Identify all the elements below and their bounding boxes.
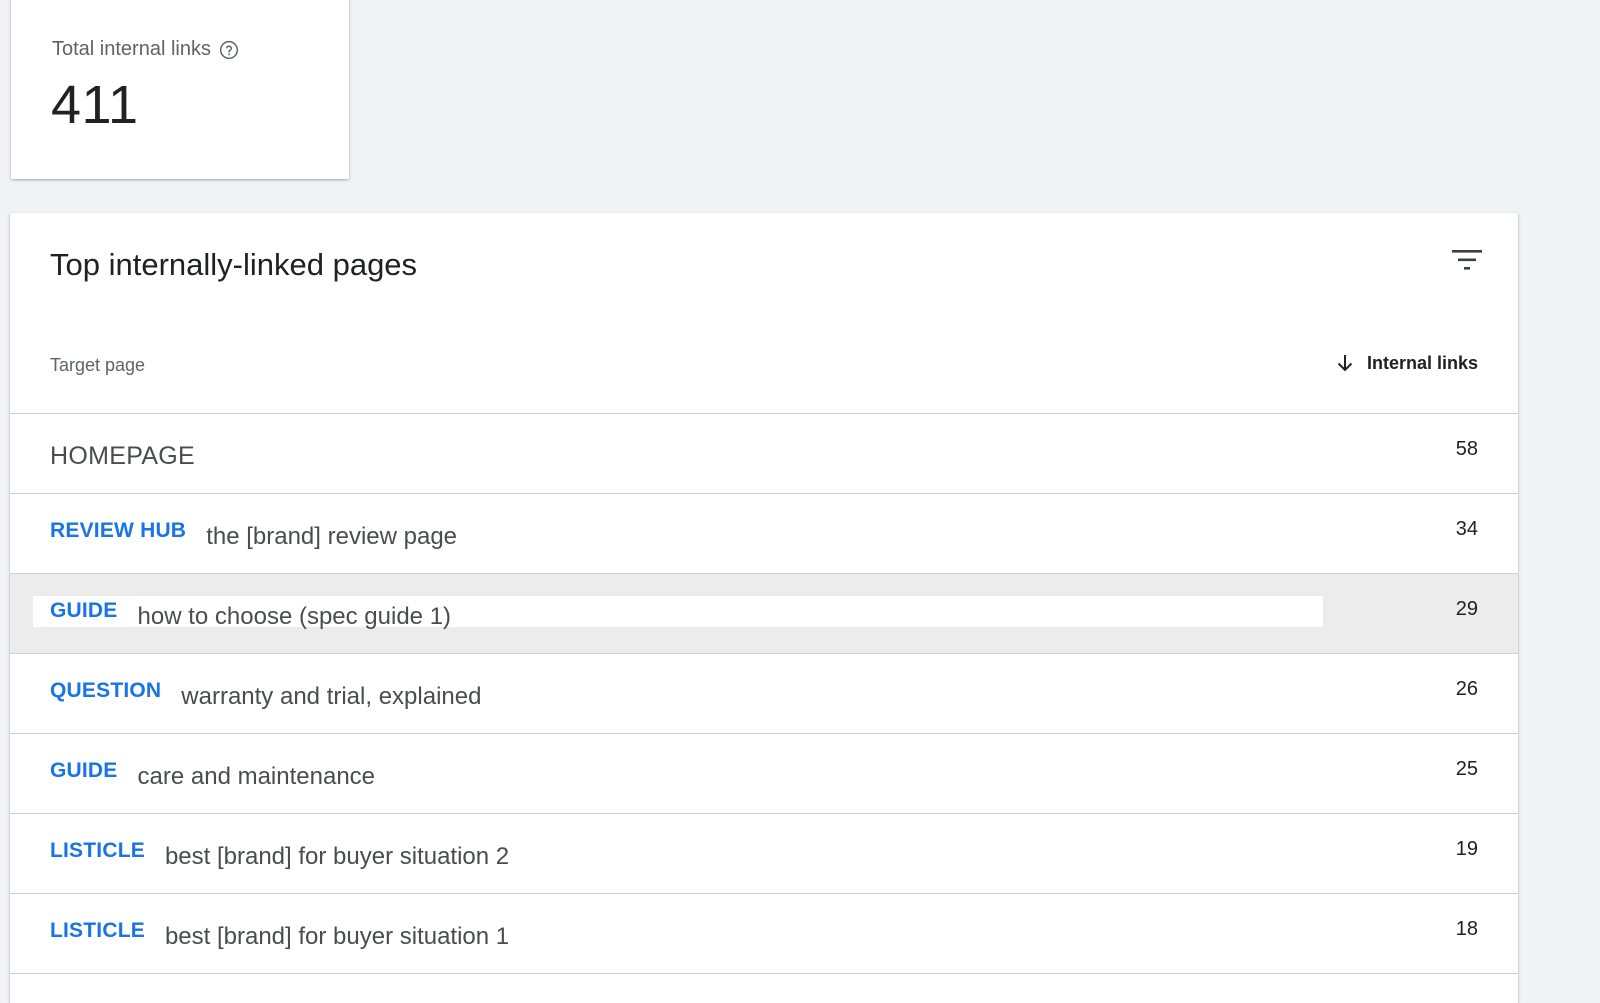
row-title: HOMEPAGE (50, 442, 196, 470)
row-title: care and maintenance (137, 762, 376, 790)
row-count: 29 (1455, 598, 1478, 620)
row-count: 18 (1455, 918, 1478, 940)
summary-label: Total internal links (52, 38, 211, 60)
summary-label-row: Total internal links (52, 38, 239, 61)
row-title: best [brand] for buyer situation 1 (164, 922, 510, 950)
table-row[interactable]: QUESTION warranty and trial, explained 2… (10, 654, 1518, 734)
row-type-badge: GUIDE (50, 598, 118, 622)
row-count: 34 (1455, 518, 1478, 540)
table-row[interactable]: LISTICLE best [brand] for buyer situatio… (10, 814, 1518, 894)
card-title: Top internally-linked pages (50, 247, 418, 282)
filter-button[interactable] (1448, 243, 1486, 281)
column-header-internal-links-label: Internal links (1366, 352, 1478, 373)
table-row[interactable]: LISTICLE best [brand] for buyer situatio… (10, 894, 1518, 974)
row-title: warranty and trial, explained (181, 682, 482, 710)
table-body: HOMEPAGE 58 REVIEW HUB the [brand] revie… (10, 414, 1518, 974)
total-internal-links-card: Total internal links 411 (11, 0, 349, 179)
row-count: 19 (1455, 838, 1478, 860)
row-title: the [brand] review page (206, 522, 458, 550)
help-circle-icon[interactable] (219, 40, 239, 60)
row-type-badge: LISTICLE (50, 838, 145, 862)
total-internal-links-value: 411 (51, 75, 139, 135)
row-count: 25 (1455, 758, 1478, 780)
row-count: 58 (1455, 438, 1478, 460)
row-title: how to choose (spec guide 1) (137, 602, 452, 630)
top-linked-pages-card: Top internally-linked pages Target page … (10, 213, 1518, 1003)
table-row[interactable]: REVIEW HUB the [brand] review page 34 (10, 494, 1518, 574)
arrow-down-icon (1333, 351, 1357, 375)
column-header-internal-links[interactable]: Internal links (1333, 351, 1478, 375)
row-type-badge: QUESTION (50, 678, 162, 702)
row-title: best [brand] for buyer situation 2 (164, 842, 510, 870)
row-count: 26 (1455, 678, 1478, 700)
table-header-row: Target page Internal links (10, 313, 1518, 414)
table-row[interactable]: GUIDE how to choose (spec guide 1) 29 (10, 574, 1518, 654)
row-type-badge: LISTICLE (50, 918, 145, 942)
table-row[interactable]: HOMEPAGE 58 (10, 414, 1518, 494)
row-type-badge: REVIEW HUB (50, 518, 187, 542)
column-header-target-page[interactable]: Target page (50, 355, 145, 376)
table-row[interactable]: GUIDE care and maintenance 25 (10, 734, 1518, 814)
filter-icon (1451, 248, 1483, 277)
row-type-badge: GUIDE (50, 758, 118, 782)
